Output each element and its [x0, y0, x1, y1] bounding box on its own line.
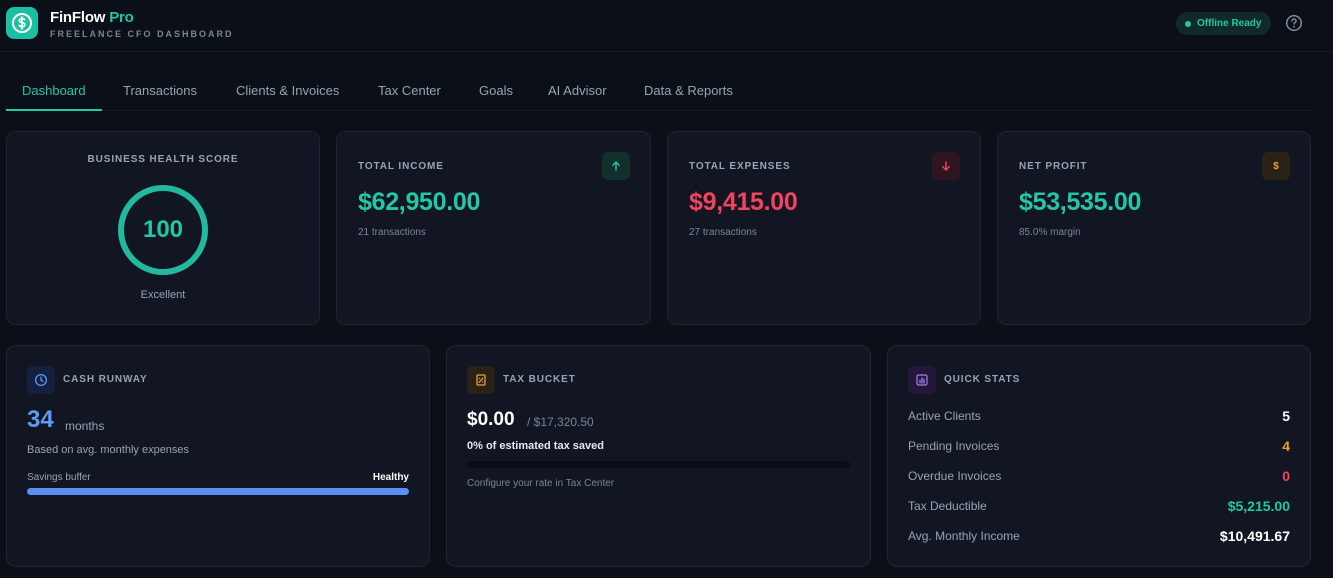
tax-bucket-card: TAX BUCKET $0.00 / $17,320.50 0% of esti…	[446, 345, 871, 567]
savings-buffer-status: Healthy	[372, 472, 409, 483]
tab-ai-advisor[interactable]: AI Advisor	[548, 70, 607, 110]
app-title: FinFlow Pro	[50, 9, 134, 26]
quick-stat-row: Avg. Monthly Income $10,491.67	[908, 526, 1290, 546]
cash-runway-value: 34	[27, 406, 54, 433]
dollar-icon: $	[1262, 152, 1290, 180]
quick-stat-value: 4	[1282, 438, 1290, 454]
cash-runway-card: CASH RUNWAY 34 months Based on avg. mont…	[6, 345, 430, 567]
tab-dashboard[interactable]: Dashboard	[6, 70, 102, 111]
quick-stat-name: Active Clients	[908, 409, 981, 423]
main-tabs: Dashboard Transactions Clients & Invoice…	[6, 70, 1310, 111]
savings-buffer-bar	[27, 488, 409, 495]
net-profit-card: NET PROFIT $ $53,535.00 85.0% margin	[997, 131, 1311, 325]
quick-stat-name: Tax Deductible	[908, 499, 987, 513]
tax-saved-percent: 0% of estimated tax saved	[467, 440, 604, 452]
quick-stat-row: Overdue Invoices 0	[908, 466, 1290, 486]
quick-stat-value: 5	[1282, 408, 1290, 424]
health-score-status: Excellent	[140, 289, 186, 301]
quick-stat-value: 0	[1282, 468, 1290, 484]
offline-status-badge: Offline Ready	[1176, 12, 1272, 35]
quick-stat-value: $10,491.67	[1219, 528, 1290, 544]
total-expenses-count: 27 transactions	[689, 227, 757, 238]
quick-stats-card: QUICK STATS Active Clients 5 Pending Inv…	[887, 345, 1311, 567]
total-income-value: $62,950.00	[358, 188, 481, 216]
net-profit-margin: 85.0% margin	[1019, 227, 1081, 238]
savings-buffer-label: Savings buffer	[27, 472, 91, 483]
bar-chart-icon	[908, 366, 936, 394]
tax-bucket-label: TAX BUCKET	[503, 374, 576, 385]
app-subtitle: FREELANCE CFO DASHBOARD	[50, 29, 234, 39]
quick-stat-name: Overdue Invoices	[908, 469, 1002, 483]
tab-tax-center[interactable]: Tax Center	[378, 70, 441, 110]
offline-badge-label: Offline Ready	[1197, 18, 1262, 29]
quick-stat-row: Pending Invoices 4	[908, 436, 1290, 456]
arrow-down-icon	[932, 152, 960, 180]
quick-stat-value: $5,215.00	[1227, 498, 1290, 514]
net-profit-label: NET PROFIT	[1019, 161, 1088, 172]
status-dot-icon	[1185, 20, 1191, 27]
tax-target-amount: / $17,320.50	[527, 415, 594, 429]
total-income-card: TOTAL INCOME $62,950.00 21 transactions	[336, 131, 651, 325]
quick-stats-label: QUICK STATS	[944, 374, 1021, 385]
total-income-count: 21 transactions	[358, 227, 426, 238]
quick-stat-name: Pending Invoices	[908, 439, 1000, 453]
total-income-label: TOTAL INCOME	[358, 161, 444, 172]
total-expenses-card: TOTAL EXPENSES $9,415.00 27 transactions	[667, 131, 981, 325]
tab-clients-invoices[interactable]: Clients & Invoices	[236, 70, 339, 110]
help-circle-icon[interactable]	[1285, 14, 1303, 32]
app-header: FinFlow Pro FREELANCE CFO DASHBOARD Offl…	[0, 0, 1333, 52]
quick-stat-name: Avg. Monthly Income	[908, 529, 1020, 543]
quick-stat-row: Tax Deductible $5,215.00	[908, 496, 1290, 516]
total-expenses-value: $9,415.00	[689, 188, 798, 216]
clock-icon	[27, 366, 55, 394]
health-score-card: BUSINESS HEALTH SCORE 100 Excellent	[6, 131, 320, 325]
tab-data-reports[interactable]: Data & Reports	[644, 70, 733, 110]
arrow-up-icon	[602, 152, 630, 180]
cash-runway-unit: months	[65, 419, 105, 433]
total-expenses-label: TOTAL EXPENSES	[689, 161, 791, 172]
quick-stat-row: Active Clients 5	[908, 406, 1290, 426]
net-profit-value: $53,535.00	[1019, 188, 1142, 216]
health-score-value: 100	[142, 216, 184, 243]
receipt-icon	[467, 366, 495, 394]
app-title-accent: Pro	[109, 9, 134, 26]
brand: FinFlow Pro FREELANCE CFO DASHBOARD	[50, 9, 234, 39]
health-score-label: BUSINESS HEALTH SCORE	[87, 154, 239, 165]
tax-saved-amount: $0.00	[467, 409, 515, 430]
savings-buffer-fill	[27, 488, 409, 495]
dollar-coin-icon	[6, 7, 38, 39]
tax-saved-bar	[467, 461, 850, 468]
tax-rate-note: Configure your rate in Tax Center	[467, 478, 615, 489]
cash-runway-label: CASH RUNWAY	[63, 374, 148, 385]
tab-goals[interactable]: Goals	[479, 70, 513, 110]
cash-runway-description: Based on avg. monthly expenses	[27, 444, 190, 456]
tab-transactions[interactable]: Transactions	[123, 70, 197, 110]
